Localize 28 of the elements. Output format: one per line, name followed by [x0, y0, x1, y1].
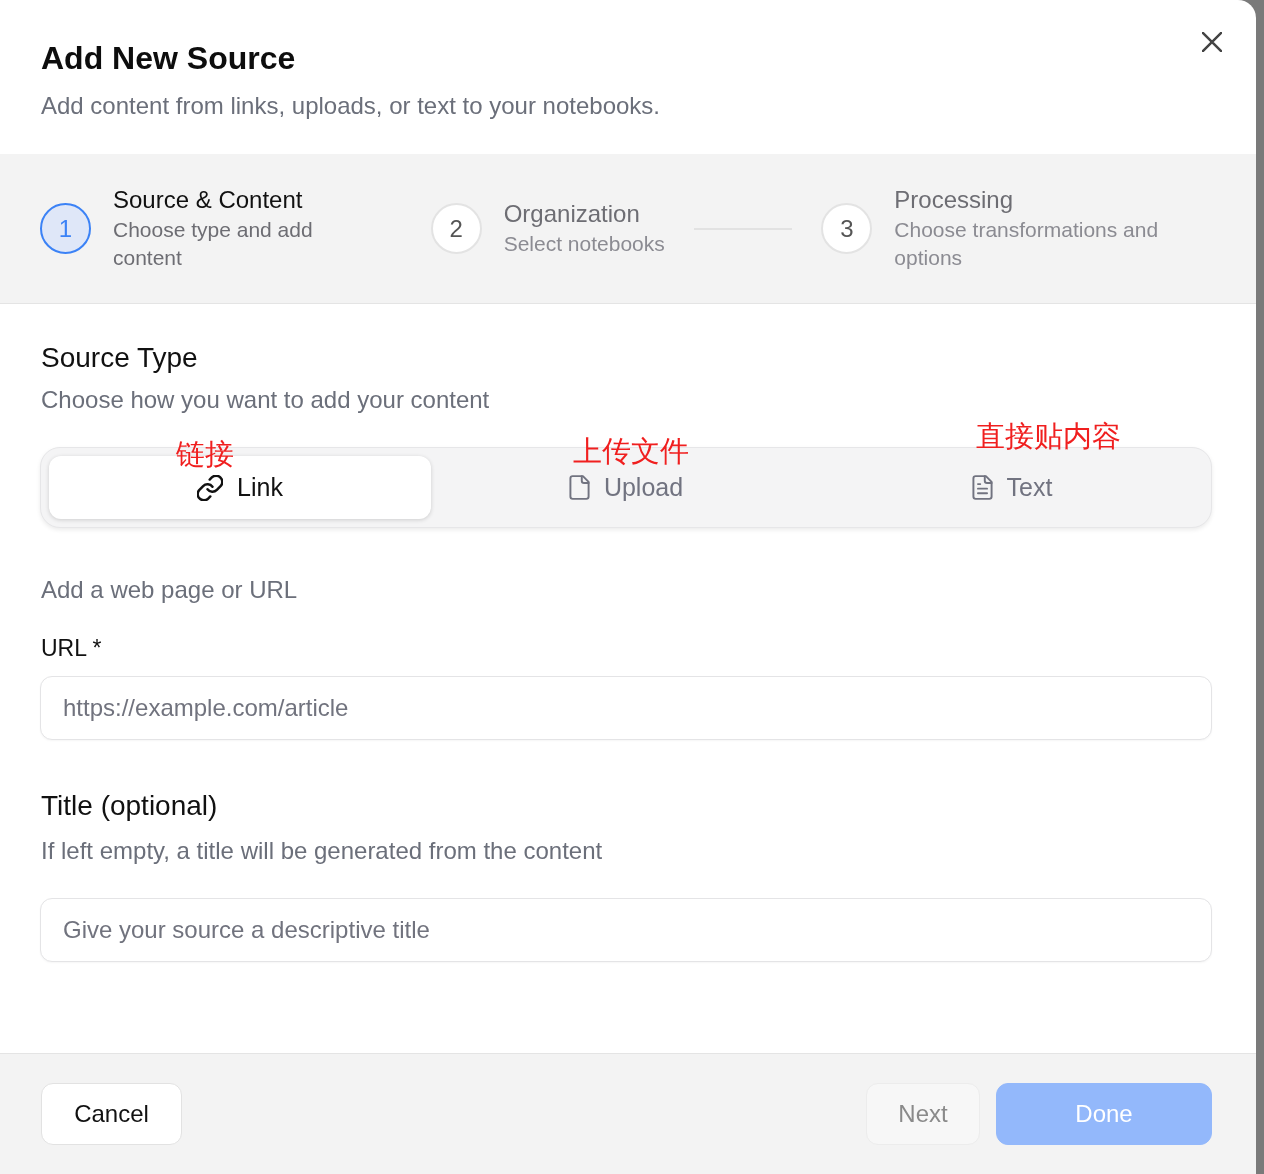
- cancel-button[interactable]: Cancel: [41, 1083, 182, 1145]
- title-label: Title (optional): [40, 789, 219, 823]
- step-description: Choose transformations and options: [894, 217, 1160, 271]
- step-number: 3: [821, 203, 873, 254]
- annotation-text: 上传文件: [573, 434, 689, 468]
- close-button[interactable]: [1202, 32, 1222, 52]
- step-title: Organization: [503, 199, 641, 229]
- title-field[interactable]: Give your source a descriptive title: [40, 898, 1212, 962]
- section-title: Source Type: [40, 341, 199, 375]
- close-icon: [1202, 32, 1222, 52]
- source-type-tab[interactable]: Text: [821, 456, 1203, 519]
- dialog-title: Add New Source: [41, 39, 297, 78]
- url-label: URL *: [40, 634, 103, 663]
- file-icon: [568, 475, 590, 500]
- step-number: 2: [430, 203, 482, 254]
- step-title: Source & Content: [113, 185, 304, 215]
- step-description: Choose type and add content: [113, 217, 314, 271]
- annotation-text: 直接贴内容: [975, 419, 1121, 453]
- url-field[interactable]: https://example.com/article: [40, 676, 1212, 740]
- step-description: Select notebooks: [503, 231, 665, 257]
- step-title: Processing: [894, 185, 1015, 215]
- step-number: 1: [40, 203, 91, 254]
- source-description: Add a web page or URL: [40, 575, 299, 605]
- link-icon: [197, 474, 224, 501]
- document-icon: [971, 475, 993, 500]
- title-hint: If left empty, a title will be generated from the content: [40, 836, 604, 866]
- section-subtitle: Choose how you want to add your content: [40, 385, 491, 415]
- dialog-subtitle: Add content from links, uploads, or text to your notebooks.: [41, 91, 660, 121]
